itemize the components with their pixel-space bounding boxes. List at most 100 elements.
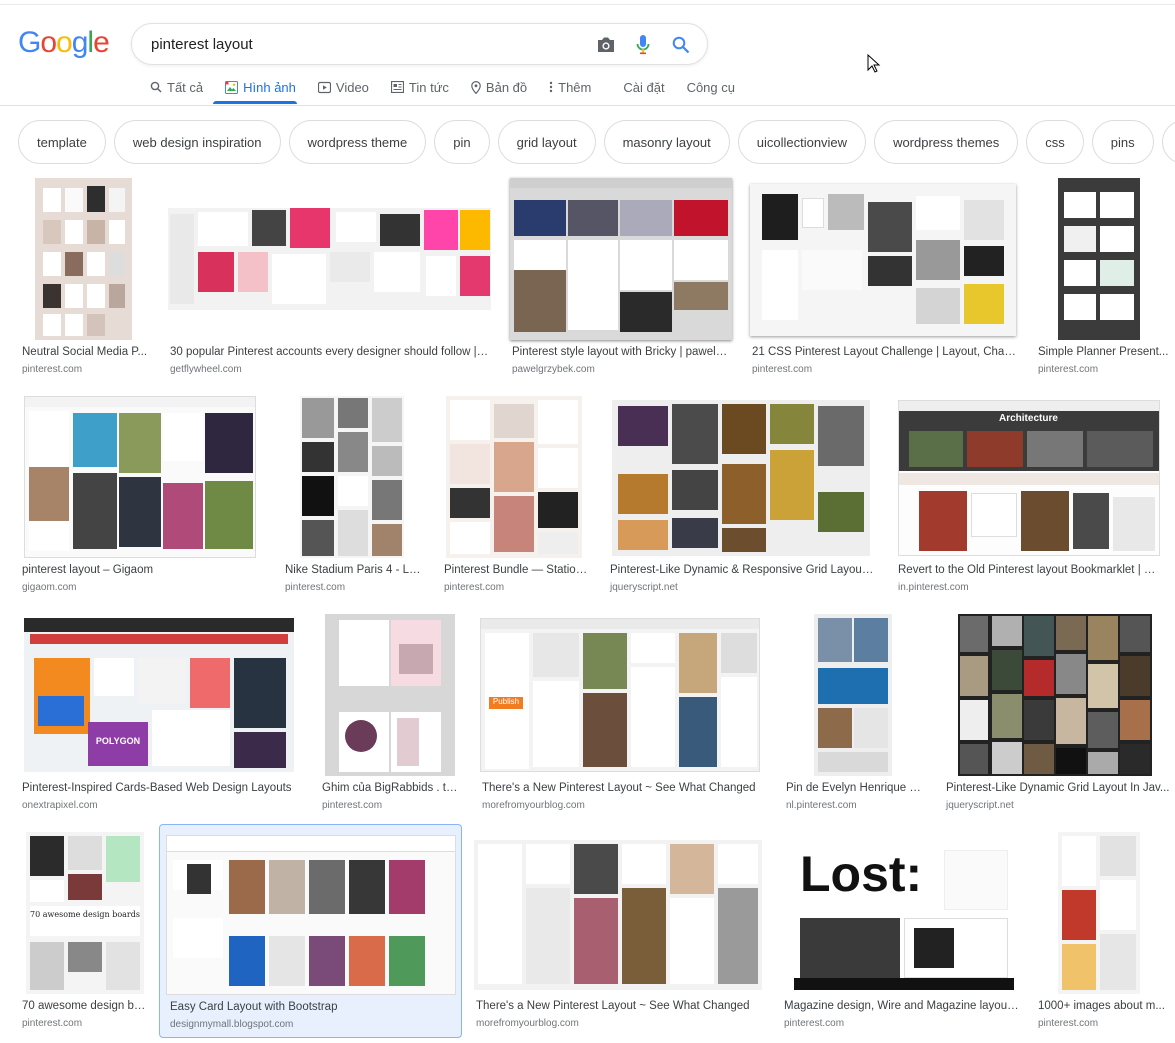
- result-thumbnail[interactable]: [612, 400, 870, 556]
- image-result[interactable]: 1000+ images about m... pinterest.com: [1036, 832, 1175, 1032]
- tab-all[interactable]: Tất cả: [150, 76, 203, 98]
- result-title[interactable]: Revert to the Old Pinterest layout Bookm…: [898, 564, 1162, 576]
- header: Google pinterest layout Tất cả Hình ảnh …: [0, 0, 1175, 106]
- result-thumbnail[interactable]: [300, 396, 404, 558]
- result-title[interactable]: There's a New Pinterest Layout ~ See Wha…: [476, 1000, 762, 1012]
- result-title[interactable]: 21 CSS Pinterest Layout Challenge | Layo…: [752, 346, 1016, 358]
- result-thumbnail[interactable]: [474, 840, 762, 990]
- result-title[interactable]: Pinterest-Like Dynamic Grid Layout In Ja…: [946, 782, 1172, 794]
- tab-images[interactable]: Hình ảnh: [225, 76, 296, 98]
- tab-maps[interactable]: Bản đồ: [471, 76, 527, 98]
- image-result[interactable]: Nike Stadium Paris 4 - Le... pinterest.c…: [283, 396, 423, 596]
- map-pin-icon: [471, 80, 481, 94]
- tab-settings[interactable]: Cài đặt: [623, 76, 664, 98]
- result-thumbnail[interactable]: [1058, 178, 1140, 340]
- chip[interactable]: web design inspiration: [113, 120, 281, 164]
- image-result[interactable]: Neutral Social Media P... pinterest.com: [20, 178, 150, 378]
- result-thumbnail[interactable]: Publish: [480, 618, 760, 772]
- chip[interactable]: grid layout: [497, 120, 596, 164]
- result-thumbnail[interactable]: [958, 614, 1152, 776]
- chip[interactable]: pins: [1091, 120, 1154, 164]
- chip[interactable]: wordpress theme: [288, 120, 427, 164]
- result-thumbnail[interactable]: Lost:: [794, 838, 1014, 990]
- result-thumbnail[interactable]: [168, 208, 491, 310]
- result-source: pinterest.com: [285, 582, 346, 593]
- result-title[interactable]: There's a New Pinterest Layout ~ See Wha…: [482, 782, 762, 794]
- image-result[interactable]: Pinterest style layout with Bricky | paw…: [510, 178, 735, 378]
- chip[interactable]: template: [18, 120, 106, 164]
- tab-label: Tin tức: [408, 79, 449, 95]
- tab-more[interactable]: Thêm: [549, 76, 591, 98]
- logo-letter: o: [40, 26, 57, 59]
- image-result[interactable]: Pinterest-Like Dynamic Grid Layout In Ja…: [944, 614, 1175, 814]
- thumb-text: POLYGON: [88, 722, 148, 766]
- result-title[interactable]: 30 popular Pinterest accounts every desi…: [170, 346, 490, 358]
- image-result[interactable]: 70 awesome design boards 70 awesome desi…: [20, 832, 150, 1032]
- image-result[interactable]: There's a New Pinterest Layout ~ See Wha…: [474, 832, 764, 1032]
- result-thumbnail[interactable]: [446, 396, 582, 558]
- image-result[interactable]: Pin de Evelyn Henrique e... nl.pinterest…: [784, 614, 924, 814]
- image-result[interactable]: pinterest layout – Gigaom gigaom.com: [20, 396, 260, 596]
- result-source: pinterest.com: [752, 364, 813, 375]
- chip[interactable]: masonry layout: [603, 120, 730, 164]
- divider: [0, 4, 1175, 5]
- result-thumbnail[interactable]: [24, 396, 256, 558]
- search-input[interactable]: pinterest layout: [151, 36, 253, 53]
- result-title[interactable]: Pinterest-Inspired Cards-Based Web Desig…: [22, 782, 298, 794]
- image-result[interactable]: Publish There's a New Pinterest Layout ~…: [480, 614, 765, 814]
- result-thumbnail[interactable]: [166, 835, 456, 995]
- result-thumbnail[interactable]: [35, 178, 132, 340]
- logo-letter: G: [18, 26, 41, 59]
- image-result[interactable]: Lost: Magazine design, Wire and Magazine…: [782, 832, 1022, 1032]
- image-result[interactable]: 21 CSS Pinterest Layout Challenge | Layo…: [750, 178, 1020, 378]
- tab-tools[interactable]: Công cụ: [687, 76, 735, 98]
- chip[interactable]: uicollectionview: [737, 120, 867, 164]
- result-thumbnail[interactable]: [510, 178, 732, 340]
- result-thumbnail[interactable]: [1058, 832, 1140, 994]
- result-title[interactable]: Pin de Evelyn Henrique e...: [786, 782, 922, 794]
- image-result[interactable]: 30 popular Pinterest accounts every desi…: [168, 178, 493, 378]
- result-title[interactable]: Simple Planner Present...: [1038, 346, 1174, 358]
- active-tab-indicator: [213, 101, 297, 104]
- search-icon[interactable]: [669, 33, 693, 57]
- result-title[interactable]: Pinterest style layout with Bricky | paw…: [512, 346, 730, 358]
- image-result[interactable]: Pinterest Bundle — Station ... pinterest…: [442, 396, 592, 596]
- chip[interactable]: pin: [434, 120, 490, 164]
- result-title[interactable]: Pinterest-Like Dynamic & Responsive Grid…: [610, 564, 874, 576]
- result-title[interactable]: Ghim của BigRabbids . tr...: [322, 782, 458, 794]
- logo-letter: e: [93, 26, 110, 59]
- result-source: pinterest.com: [1038, 364, 1099, 375]
- mouse-pointer-icon: [867, 53, 881, 79]
- result-thumbnail[interactable]: [325, 614, 455, 776]
- logo-letter: o: [56, 26, 73, 59]
- result-title[interactable]: pinterest layout – Gigaom: [22, 564, 258, 576]
- result-thumbnail[interactable]: 70 awesome design boards: [26, 832, 144, 994]
- result-title[interactable]: Easy Card Layout with Bootstrap: [170, 1001, 456, 1013]
- image-result[interactable]: POLYGON Pinterest-Inspired Cards-Based W…: [20, 614, 300, 814]
- result-title[interactable]: Magazine design, Wire and Magazine layou…: [784, 1000, 1020, 1012]
- image-result[interactable]: Simple Planner Present... pinterest.com: [1036, 178, 1175, 378]
- thumb-text: Publish: [489, 697, 523, 709]
- result-thumbnail[interactable]: POLYGON: [24, 618, 294, 772]
- search-box[interactable]: pinterest layout: [131, 23, 708, 65]
- chip[interactable]: bo: [1161, 120, 1175, 164]
- chip[interactable]: css: [1026, 120, 1084, 164]
- chip[interactable]: wordpress themes: [874, 120, 1019, 164]
- google-logo[interactable]: Google: [18, 26, 110, 60]
- result-title[interactable]: Pinterest Bundle — Station ...: [444, 564, 590, 576]
- image-result[interactable]: Ghim của BigRabbids . tr... pinterest.co…: [320, 614, 460, 814]
- microphone-icon[interactable]: [631, 33, 655, 57]
- result-title[interactable]: 70 awesome design bo...: [22, 1000, 148, 1012]
- image-result[interactable]: Pinterest-Like Dynamic & Responsive Grid…: [608, 396, 878, 596]
- camera-icon[interactable]: [594, 33, 618, 57]
- image-result-selected[interactable]: Easy Card Layout with Bootstrap designmy…: [159, 824, 462, 1038]
- image-result[interactable]: Architecture Revert to the Old Pinterest…: [896, 396, 1166, 596]
- tab-video[interactable]: Video: [317, 76, 369, 98]
- result-thumbnail[interactable]: [814, 614, 892, 776]
- result-thumbnail[interactable]: Architecture: [898, 400, 1160, 556]
- result-title[interactable]: Neutral Social Media P...: [22, 346, 148, 358]
- tab-news[interactable]: Tin tức: [390, 76, 449, 98]
- result-thumbnail[interactable]: [750, 184, 1016, 336]
- result-title[interactable]: 1000+ images about m...: [1038, 1000, 1174, 1012]
- result-title[interactable]: Nike Stadium Paris 4 - Le...: [285, 564, 421, 576]
